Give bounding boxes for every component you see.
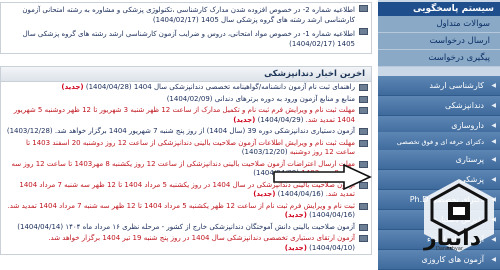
news-text: مهلت ثبت نام و ویرایش فرم ثبت نام و تکمی… — [13, 106, 355, 124]
sidebar-item-masters[interactable]: کارشناسی ارشد — [378, 76, 500, 96]
faq-link[interactable]: سوالات متداول — [378, 16, 500, 33]
track-request-link[interactable]: پیگیری درخواست — [378, 50, 500, 67]
news-box-title: اخرین اخبار دندانپزشکی — [1, 67, 371, 82]
news-text: ثبت نام و ویرایش فرم ثبت نام از ساعت 12 … — [7, 201, 355, 210]
announcements-box: اطلاعیه شماره 2- در خصوص افزوده شدن مدار… — [0, 2, 372, 54]
document-icon — [359, 139, 368, 147]
new-badge: (جدید) — [233, 115, 256, 124]
news-text: منابع و منابع آزمون ورود به دوره برترهای… — [214, 94, 355, 103]
logo-subtext: Daneshyar — [436, 246, 464, 252]
document-icon — [359, 235, 368, 242]
sidebar-item-nursing[interactable]: پرستاری — [378, 150, 500, 170]
news-date: (1403/12/28) — [6, 127, 53, 135]
document-icon — [359, 84, 368, 91]
announcement-item[interactable]: اطلاعیه شماره 1- در خصوص مواد امتحانی، د… — [1, 26, 371, 50]
news-item[interactable]: مهلت ثبت نام و ویرایش فرم ثبت نام و تکمی… — [1, 105, 371, 126]
news-item[interactable]: آزمون ارتقای دستیاری تخصصی دندانپزشکی سا… — [1, 233, 371, 254]
news-text: آزمون ارتقای دستیاری تخصصی دندانپزشکی سا… — [48, 234, 355, 242]
news-date: (1404/04/29) — [257, 115, 304, 124]
document-icon — [359, 107, 368, 114]
new-badge: (جدید) — [284, 243, 307, 252]
new-badge: (جدید) — [61, 83, 84, 91]
news-text: آزمون دستیاری دندانپزشکی دوره 39 (سال 14… — [54, 127, 355, 135]
document-icon — [359, 128, 368, 135]
news-item[interactable]: آزمون صلاحیت بالینی دانش آموختگان دندانپ… — [1, 222, 371, 234]
news-item[interactable]: آزمون دستیاری دندانپزشکی دوره 39 (سال 14… — [1, 126, 371, 138]
announcement-item[interactable]: اطلاعیه شماره 2- در خصوص افزوده شدن مدار… — [1, 3, 371, 26]
news-text: آزمون صلاحیت بالینی دانش آموختگان دندانپ… — [65, 222, 355, 231]
news-date: (1404/04/28) — [85, 83, 132, 91]
news-text: مهلت ثبت نام و ویرایش اطلاعات آزمون صلاح… — [25, 138, 355, 157]
new-badge: (جدید) — [253, 190, 276, 198]
document-icon — [359, 5, 368, 12]
news-item[interactable]: مهلت ثبت نام و ویرایش اطلاعات آزمون صلاح… — [1, 138, 371, 159]
support-panel-title: سیستم پاسخگویی — [378, 2, 500, 16]
support-panel: سیستم پاسخگویی سوالات متداول ارسال درخوا… — [378, 2, 500, 67]
document-icon — [359, 202, 368, 210]
document-icon — [359, 28, 368, 35]
announcement-date: (1404/02/17) — [152, 15, 199, 24]
document-icon — [359, 223, 368, 231]
sidebar-item-dentistry[interactable]: دندانپزشکی — [378, 96, 500, 116]
sidebar-item-subspecialty[interactable]: دکترای حرفه ای و فوق تخصصی پزشکی — [378, 132, 500, 166]
pointer-arrow — [273, 164, 372, 190]
send-request-link[interactable]: ارسال درخواست — [378, 33, 500, 50]
news-item[interactable]: ثبت نام و ویرایش فرم ثبت نام از ساعت 12 … — [1, 201, 371, 222]
news-box: اخرین اخبار دندانپزشکی راهنمای ثبت نام آ… — [0, 66, 372, 255]
news-item[interactable]: راهنمای ثبت نام آزمون دانشنامه/گواهینامه… — [1, 82, 371, 94]
news-date: (1404/04/16) — [309, 211, 355, 219]
news-date: (1403/12/20) — [241, 148, 288, 156]
document-icon — [359, 95, 368, 103]
new-badge: (جدید) — [284, 211, 307, 219]
news-date: (1404/04/14) — [17, 222, 64, 231]
news-text: راهنمای ثبت نام آزمون دانشنامه/گواهینامه… — [133, 83, 355, 91]
news-item[interactable]: منابع و منابع آزمون ورود به دوره برترهای… — [1, 94, 371, 106]
news-date: (1404/04/10) — [309, 243, 355, 252]
page: اطلاعیه شماره 2- در خصوص افزوده شدن مدار… — [0, 0, 500, 270]
news-date: (1404/04/16) — [277, 190, 324, 198]
news-date: (1404/02/09) — [166, 94, 213, 103]
announcement-date: (1404/02/17) — [289, 39, 335, 48]
